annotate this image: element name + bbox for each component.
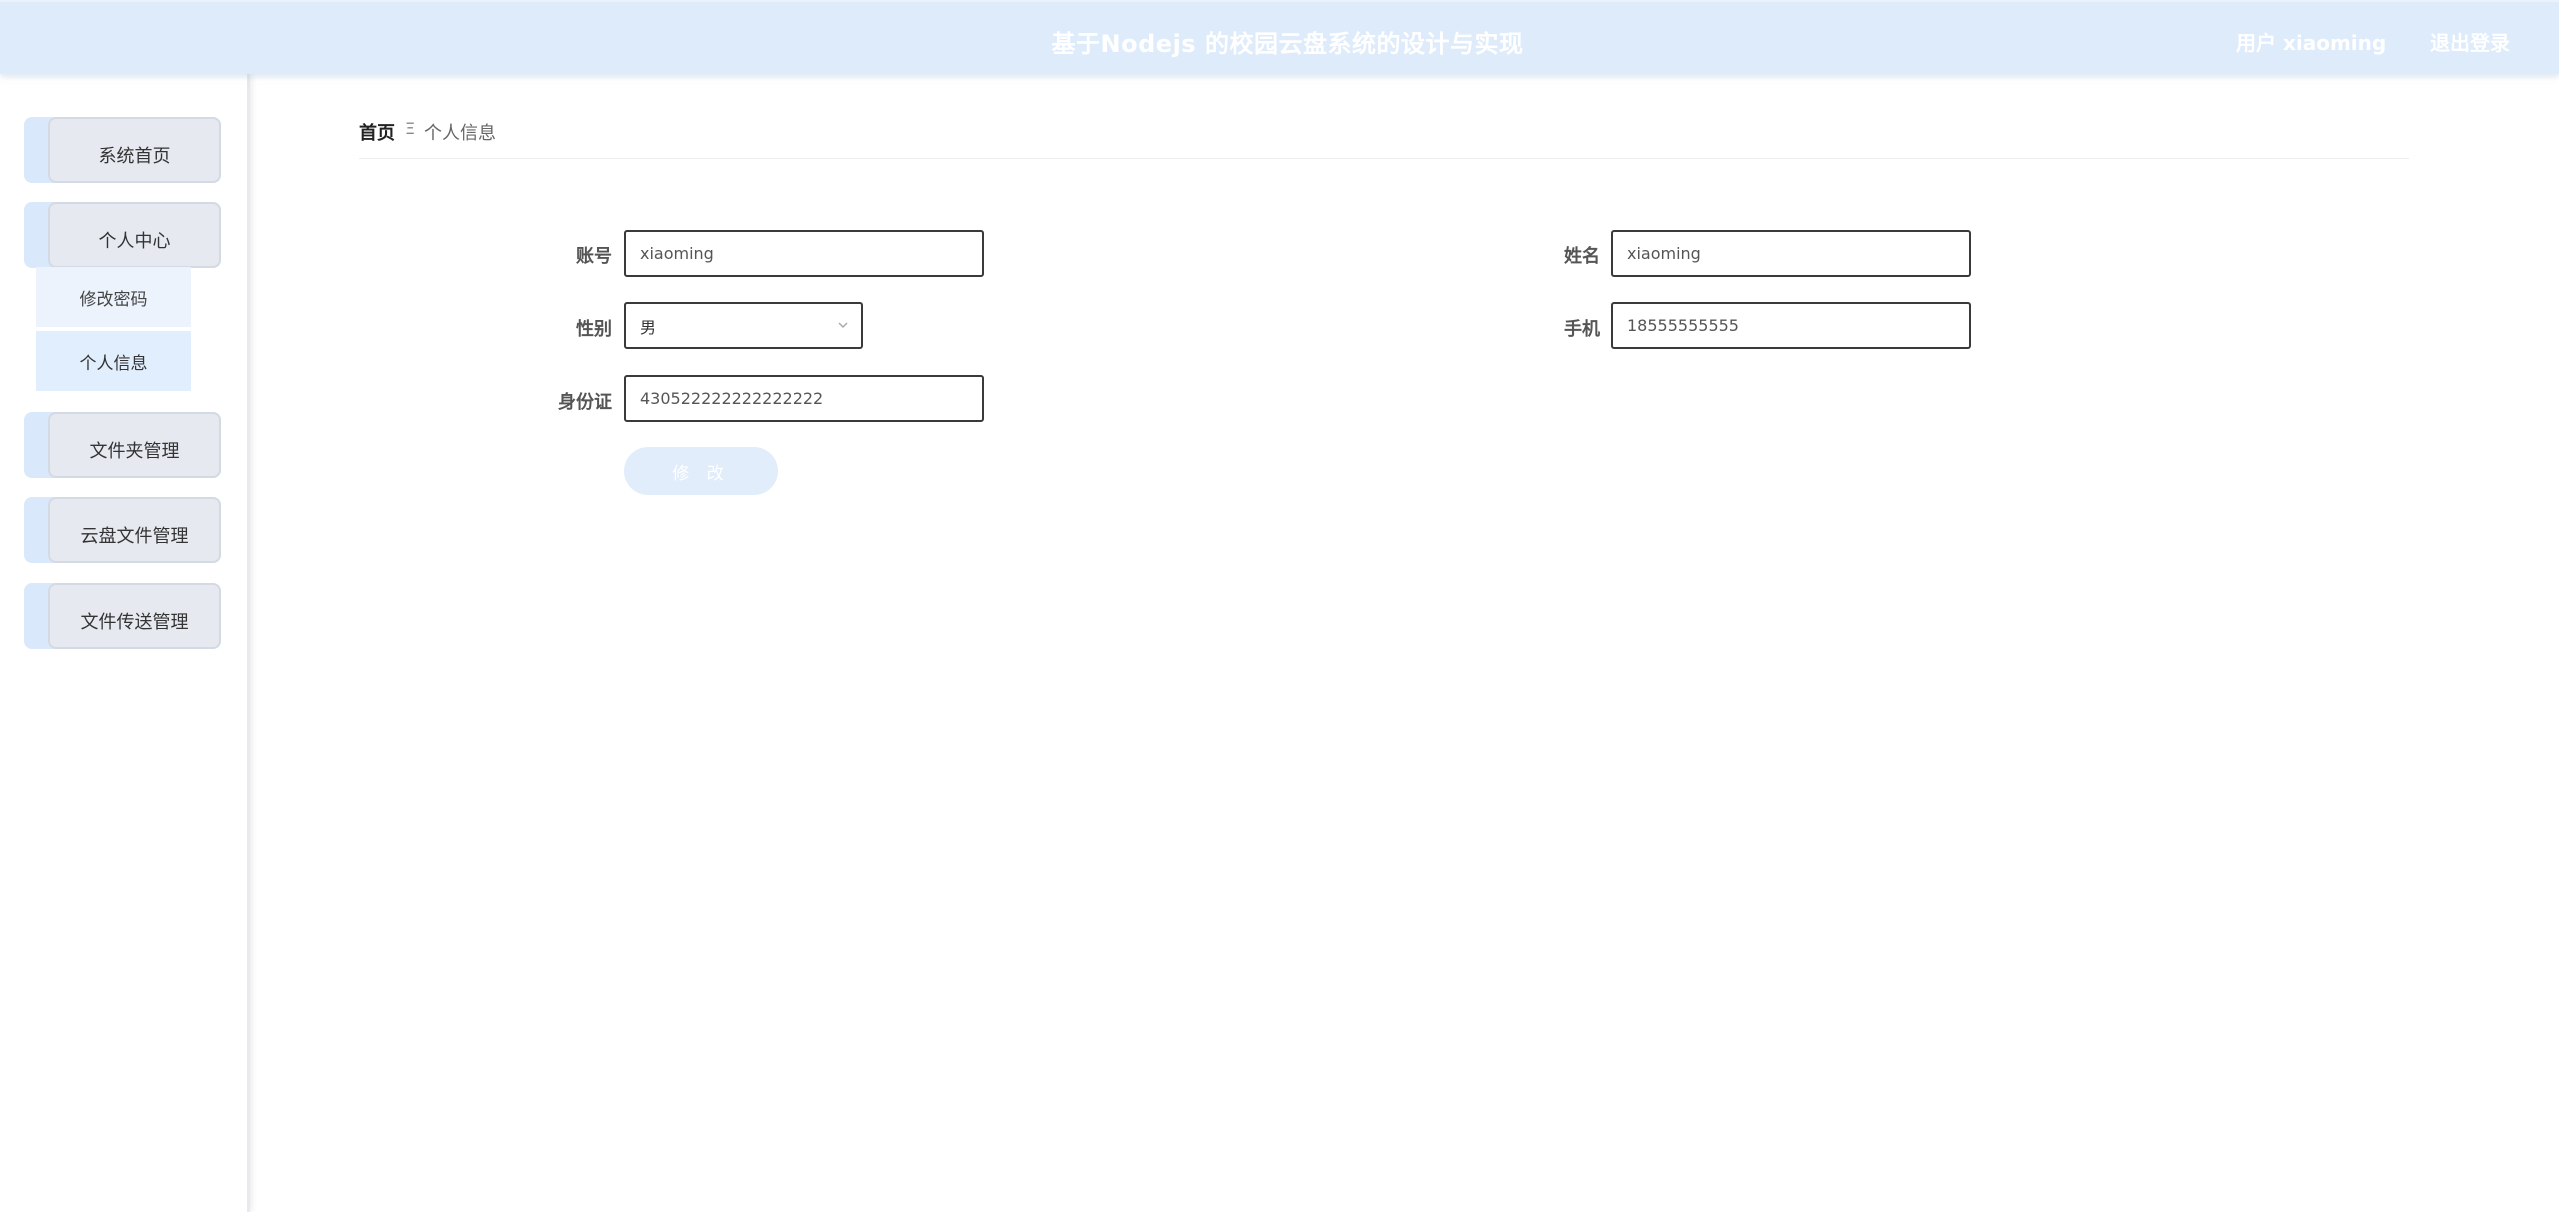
account-label: 账号 bbox=[576, 246, 612, 267]
app-title: 基于Nodejs 的校园云盘系统的设计与实现 bbox=[1051, 30, 1524, 58]
current-user-label: 用户 xiaoming bbox=[2236, 31, 2387, 55]
gender-selected-value: 男 bbox=[640, 317, 657, 337]
phone-input[interactable] bbox=[1611, 302, 1971, 349]
sidebar-item-folder-management[interactable]: 文件夹管理 bbox=[24, 412, 221, 478]
gender-select[interactable]: 男 bbox=[624, 302, 863, 349]
phone-label: 手机 bbox=[1564, 319, 1600, 340]
sidebar: 系统首页 个人中心 修改密码 个人信息 文件夹管理 云盘文件管理 文件传送管理 bbox=[0, 74, 250, 1212]
gender-label: 性别 bbox=[576, 319, 612, 340]
sidebar-item-label: 系统首页 bbox=[48, 117, 221, 183]
breadcrumb: 首页 Ξ 个人信息 bbox=[359, 117, 2409, 159]
breadcrumb-current: 个人信息 bbox=[424, 123, 496, 144]
modify-button[interactable]: 修 改 bbox=[624, 447, 778, 495]
sidebar-item-personal-center[interactable]: 个人中心 bbox=[24, 202, 221, 268]
sidebar-item-label: 文件夹管理 bbox=[48, 412, 221, 478]
logout-link[interactable]: 退出登录 bbox=[2430, 27, 2510, 56]
chevron-down-icon bbox=[838, 322, 848, 329]
id-card-label: 身份证 bbox=[558, 392, 612, 413]
sidebar-item-label: 云盘文件管理 bbox=[48, 497, 221, 563]
account-input[interactable] bbox=[624, 230, 984, 277]
sidebar-subitem-personal-info[interactable]: 个人信息 bbox=[36, 331, 191, 391]
breadcrumb-home-link[interactable]: 首页 bbox=[359, 119, 395, 145]
name-input[interactable] bbox=[1611, 230, 1971, 277]
sidebar-item-label: 个人中心 bbox=[48, 202, 221, 268]
sidebar-item-label: 文件传送管理 bbox=[48, 583, 221, 649]
sidebar-item-file-transfer-management[interactable]: 文件传送管理 bbox=[24, 583, 221, 649]
name-label: 姓名 bbox=[1564, 246, 1600, 267]
sidebar-item-home[interactable]: 系统首页 bbox=[24, 117, 221, 183]
id-card-input[interactable] bbox=[624, 375, 984, 422]
sidebar-item-cloud-file-management[interactable]: 云盘文件管理 bbox=[24, 497, 221, 563]
breadcrumb-separator: Ξ bbox=[405, 119, 416, 138]
sidebar-subitem-change-password[interactable]: 修改密码 bbox=[36, 267, 191, 327]
top-header: 基于Nodejs 的校园云盘系统的设计与实现 用户 xiaoming 退出登录 bbox=[0, 0, 2559, 74]
